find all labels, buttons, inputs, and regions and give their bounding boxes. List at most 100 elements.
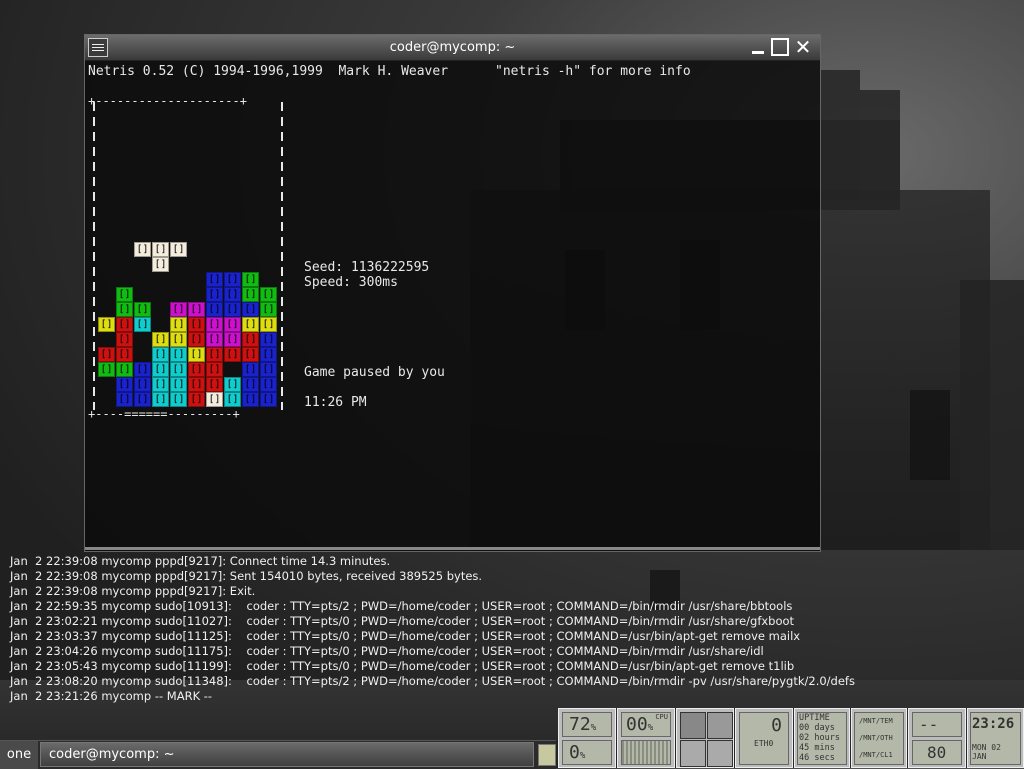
terminal-scrollbar[interactable] — [85, 547, 820, 550]
tray-app-icon[interactable] — [538, 744, 556, 766]
mount-label: /MNT/OTH — [859, 734, 893, 742]
dockapp-uptime[interactable]: UPTIME 00 days 02 hours 45 mins 46 secs — [794, 708, 850, 768]
well-bottom-border: +----======---------+ — [88, 407, 240, 421]
background-tower — [860, 90, 900, 200]
dockapp-network[interactable]: 0 ETH0 — [735, 708, 793, 768]
tetris-block: [] — [116, 302, 133, 317]
pager-desktop-4[interactable] — [707, 740, 733, 767]
battery-bottom: 80 — [912, 740, 962, 765]
tetris-block: [] — [242, 392, 259, 407]
uptime-line: 45 mins — [799, 743, 835, 753]
mem-top-value: 72 — [569, 714, 591, 735]
maximize-icon[interactable] — [771, 38, 789, 56]
tetris-block: [] — [206, 332, 223, 347]
pause-status: Game paused by you — [304, 365, 445, 380]
log-line: Jan 2 23:08:20 mycomp sudo[11348]: coder… — [10, 674, 855, 688]
cpu-graph — [621, 740, 671, 765]
tetris-block: [] — [188, 377, 205, 392]
tetris-block: [] — [170, 302, 187, 317]
game-well: +--------------------+ +----======------… — [88, 94, 286, 422]
dockapp-pager[interactable] — [676, 708, 734, 768]
tetris-block: [] — [206, 317, 223, 332]
tetris-block: [] — [98, 362, 115, 377]
tetris-block: [] — [206, 287, 223, 302]
cpu-label: CPU — [655, 713, 668, 721]
tetris-block: [] — [188, 392, 205, 407]
tetris-block: [] — [170, 377, 187, 392]
tetris-block: [] — [116, 332, 133, 347]
tetris-block: [] — [134, 302, 151, 317]
window-titlebar[interactable]: coder@mycomp: ~ ✕ — [85, 35, 820, 61]
tetris-block: [] — [260, 302, 277, 317]
tetris-block: [] — [260, 392, 277, 407]
tetris-block: [] — [116, 347, 133, 362]
tetris-block: [] — [152, 242, 169, 257]
desktop-syslog: Jan 2 22:39:08 mycomp pppd[9217]: Connec… — [10, 554, 855, 704]
tetris-block: [] — [134, 317, 151, 332]
tetris-block: [] — [206, 347, 223, 362]
tetris-block: [] — [170, 362, 187, 377]
battery-top: -- — [912, 712, 962, 737]
taskbar: one coder@mycomp: ~ — [0, 740, 556, 769]
tetris-block: [] — [206, 362, 223, 377]
tetris-block: [] — [116, 392, 133, 407]
well-left-wall — [93, 102, 95, 410]
tetris-block: [] — [116, 362, 133, 377]
terminal-window[interactable]: coder@mycomp: ~ ✕ Netris 0.52 (C) 1994-1… — [84, 34, 821, 552]
pager-desktop-2[interactable] — [707, 712, 733, 739]
mount-label: /MNT/CL1 — [859, 751, 893, 759]
cpu-unit: % — [647, 723, 654, 733]
background-building-wing — [960, 280, 1024, 550]
log-line: Jan 2 22:59:35 mycomp sudo[10913]: coder… — [10, 599, 793, 613]
dockapp-mounts[interactable]: /MNT/TEM/MNT/OTH/MNT/CL1 — [851, 708, 907, 768]
tetris-block: [] — [242, 362, 259, 377]
tetris-block: [] — [206, 392, 223, 407]
pager-desktop-1[interactable] — [680, 712, 706, 739]
workspace-button[interactable]: one — [0, 741, 38, 769]
close-icon[interactable]: ✕ — [793, 37, 813, 57]
tetris-block: [] — [170, 392, 187, 407]
tetris-block: [] — [206, 302, 223, 317]
mem-bottom-value: 0 — [569, 742, 580, 763]
log-line: Jan 2 23:21:26 mycomp -- MARK -- — [10, 689, 213, 703]
dockapp-battery[interactable]: -- 80 — [908, 708, 966, 768]
uptime-line: 46 secs — [799, 753, 835, 763]
tetris-block: [] — [260, 362, 277, 377]
tetris-block: [] — [260, 377, 277, 392]
tetris-block: [] — [152, 392, 169, 407]
tetris-block: [] — [170, 347, 187, 362]
tetris-block: [] — [242, 317, 259, 332]
task-button-terminal[interactable]: coder@mycomp: ~ — [40, 742, 534, 767]
tetris-block: [] — [188, 332, 205, 347]
uptime-line: 02 hours — [799, 733, 840, 743]
cpu-value: 00 — [626, 714, 648, 735]
mem-top-unit: % — [590, 723, 597, 733]
tetris-block: [] — [152, 362, 169, 377]
uptime-label: UPTIME — [799, 713, 830, 723]
tetris-block: [] — [134, 242, 151, 257]
pager-desktop-3[interactable] — [680, 740, 706, 767]
mount-label: /MNT/TEM — [859, 717, 893, 725]
background-window — [910, 390, 950, 480]
tetris-block: [] — [242, 302, 259, 317]
tetris-block: [] — [224, 287, 241, 302]
tetris-block: [] — [224, 347, 241, 362]
dockapp-memory[interactable]: 72% 0% — [558, 708, 616, 768]
tetris-block: [] — [170, 242, 187, 257]
window-title: coder@mycomp: ~ — [389, 40, 516, 55]
tetris-block: [] — [170, 317, 187, 332]
tetris-block: [] — [188, 347, 205, 362]
tetris-block: [] — [188, 317, 205, 332]
tetris-block: [] — [224, 302, 241, 317]
log-line: Jan 2 22:39:08 mycomp pppd[9217]: Sent 1… — [10, 569, 483, 583]
netris-header: Netris 0.52 (C) 1994-1996,1999 Mark H. W… — [88, 64, 691, 79]
tetris-block: [] — [260, 287, 277, 302]
tetris-block: [] — [242, 272, 259, 287]
tetris-block: [] — [242, 287, 259, 302]
dockapp-clock[interactable]: 23:26 MON 02 JAN — [967, 708, 1024, 768]
tetris-block: [] — [134, 362, 151, 377]
dockapp-cpu[interactable]: 00% CPU — [617, 708, 675, 768]
tetris-block: [] — [152, 377, 169, 392]
minimize-icon[interactable] — [748, 38, 768, 57]
tetris-block: [] — [242, 347, 259, 362]
